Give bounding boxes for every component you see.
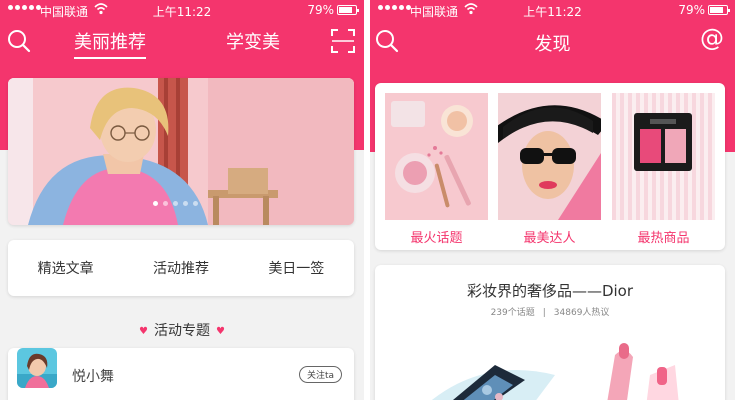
featured-topic-image bbox=[375, 335, 725, 400]
topic-label-influencer[interactable]: 最美达人 bbox=[498, 227, 601, 246]
topic-image-product[interactable] bbox=[612, 93, 715, 220]
featured-topic-title: 彩妆界的奢侈品——Dior bbox=[466, 282, 634, 300]
featured-topic-stats: 239个话题 | 34869人热议 bbox=[375, 305, 725, 318]
at-icon[interactable]: @ bbox=[700, 24, 730, 52]
topic-image-influencer[interactable] bbox=[498, 93, 601, 220]
status-bar: 中国联通 上午11:22 79% bbox=[370, 0, 735, 22]
discover-categories: 最火话题 最美达人 最热商品 bbox=[375, 83, 725, 250]
topic-image-hot[interactable] bbox=[385, 93, 488, 220]
topic-label-hot[interactable]: 最火话题 bbox=[385, 227, 488, 246]
page-title: 发现 bbox=[534, 34, 571, 55]
discussion-count: 34869人热议 bbox=[553, 308, 610, 318]
divider: | bbox=[542, 308, 546, 318]
battery-icon bbox=[708, 5, 730, 15]
top-nav: 发现 @ bbox=[370, 22, 735, 62]
battery-percent: 79% bbox=[678, 3, 705, 17]
topic-count: 239个话题 bbox=[490, 308, 535, 318]
topic-label-product[interactable]: 最热商品 bbox=[612, 227, 715, 246]
featured-topic-card[interactable]: 彩妆界的奢侈品——Dior 239个话题 | 34869人热议 bbox=[375, 265, 725, 400]
